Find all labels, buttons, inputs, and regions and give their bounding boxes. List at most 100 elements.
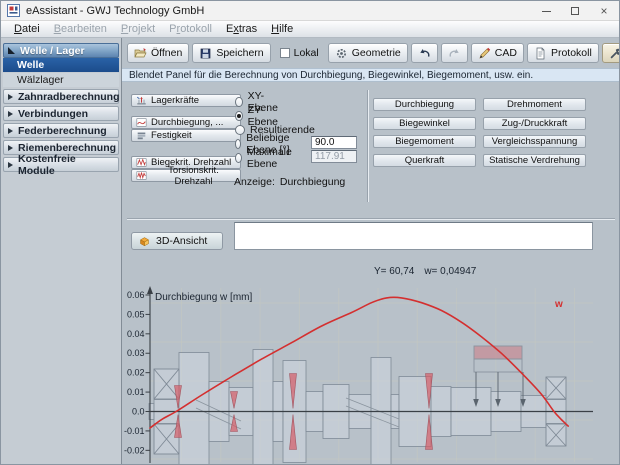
display-mode-label: Anzeige: [234, 176, 275, 188]
title-bar[interactable]: eAssistant - GWJ Technology GmbH × [1, 1, 619, 21]
svg-text:0.03: 0.03 [127, 348, 145, 358]
svg-text:0.0: 0.0 [132, 407, 145, 417]
window-controls: × [537, 1, 613, 21]
readout-w: w= 0,04947 [424, 266, 476, 277]
cursor-readout: Y= 60,74 w= 0,04947 [374, 266, 476, 277]
collapsed-arrow-icon [8, 145, 13, 151]
expanded-arrow-icon [8, 47, 15, 54]
bearing-forces-icon [136, 95, 147, 106]
collapsed-arrow-icon [8, 94, 13, 100]
radio-resultierende[interactable] [235, 125, 245, 135]
sidebar: Welle / LagerWelleWälzlager Zahnradberech… [1, 38, 122, 464]
vergleichsspannung-button[interactable]: Vergleichsspannung [483, 135, 586, 148]
option-row-maximale-ebene: Maximale Ebene [235, 151, 295, 164]
redo-button[interactable] [441, 43, 468, 63]
durchbiegung-button[interactable]: Durchbiegung [373, 98, 476, 111]
button-label: CAD [495, 47, 517, 59]
sidebar-item-welle[interactable]: Welle [3, 58, 119, 72]
deflection-curve-icon [136, 117, 147, 128]
svg-text:0.06: 0.06 [127, 290, 145, 300]
sidebar-group-zahnradberechnung[interactable]: Zahnradberechnung [3, 89, 119, 104]
lagerkrafte-button[interactable]: Lagerkräfte [131, 94, 241, 107]
main-area: Öffnen Speichern Lokal Geometrie CAD Protokol… [122, 38, 619, 464]
svg-text:0.04: 0.04 [127, 329, 145, 339]
cad-pencil-icon [478, 47, 491, 60]
menu-datei[interactable]: Datei [7, 21, 47, 37]
svg-text:0.05: 0.05 [127, 309, 145, 319]
drehmoment-button[interactable]: Drehmoment [483, 98, 586, 111]
series-label: w [554, 299, 563, 310]
button-label: Torsionskrit. Drehzahl [151, 165, 236, 187]
festigkeit-button[interactable]: Festigkeit [131, 129, 241, 142]
vertical-separator [367, 90, 369, 202]
geometrie-button[interactable]: Geometrie [328, 43, 408, 63]
view-3d-button[interactable]: 3D-Ansicht [131, 232, 223, 250]
button-label: Festigkeit [151, 130, 192, 141]
sidebar-group-welle-lager[interactable]: Welle / Lager [3, 43, 119, 58]
y-axis-label: Durchbiegung w [mm] [155, 292, 252, 303]
svg-text:0.02: 0.02 [127, 368, 145, 378]
checkbox-label: Lokal [294, 47, 319, 59]
lokal-checkbox[interactable]: Lokal [280, 47, 319, 59]
wrench-icon [609, 47, 620, 60]
group-label: Federberechnung [18, 125, 107, 137]
sidebar-group-federberechnung[interactable]: Federberechnung [3, 123, 119, 138]
menu-bar: DateiBearbeitenProjektProtokollExtrasHil… [1, 21, 619, 38]
collapsed-arrow-icon [8, 111, 13, 117]
menu-projekt[interactable]: Projekt [114, 21, 162, 37]
cad-button[interactable]: CAD [471, 43, 524, 63]
radio-xy-ebene[interactable] [235, 97, 243, 107]
button-label: Protokoll [551, 47, 592, 59]
display-mode-value: Durchbiegung [280, 176, 345, 188]
torsionskrit-drehzahl-button[interactable]: Torsionskrit. Drehzahl [131, 169, 241, 182]
radio-beliebige-ebene[interactable] [235, 139, 241, 149]
maximale-ebene-input[interactable] [311, 150, 357, 163]
menu-hilfe[interactable]: Hilfe [264, 21, 300, 37]
toolbar: Öffnen Speichern Lokal Geometrie CAD Protokol… [127, 42, 620, 64]
collapsed-arrow-icon [8, 162, 13, 168]
menu-protokoll[interactable]: Protokoll [162, 21, 219, 37]
svg-text:-0.02: -0.02 [124, 445, 145, 455]
biegemoment-button[interactable]: Biegemoment [373, 135, 476, 148]
group-label: Zahnradberechnung [18, 91, 120, 103]
beliebige-ebene-input[interactable] [311, 136, 357, 149]
menu-extras[interactable]: Extras [219, 21, 264, 37]
document-icon [534, 47, 547, 60]
button-label: Öffnen [151, 47, 182, 59]
maximize-button[interactable] [566, 3, 584, 19]
sidebar-group-kostenfreie-module[interactable]: Kostenfreie Module [3, 157, 119, 172]
undo-button[interactable] [411, 43, 438, 63]
deflection-chart[interactable]: 0.060.050.040.030.020.010.0-0.01-0.02Dur… [123, 284, 620, 465]
group-label: Welle / Lager [20, 45, 85, 57]
save-disk-icon [199, 47, 212, 60]
group-label: Kostenfreie Module [18, 153, 114, 177]
checkbox-box-icon [280, 48, 290, 58]
open-folder-icon [134, 47, 147, 60]
svg-text:0.01: 0.01 [127, 387, 145, 397]
sidebar-item-walzlager[interactable]: Wälzlager [3, 73, 119, 87]
durchbiegung-button[interactable]: Durchbiegung, ... [131, 116, 241, 129]
offnen-button[interactable]: Öffnen [127, 43, 189, 63]
biegewinkel-button[interactable]: Biegewinkel [373, 117, 476, 130]
sidebar-group-verbindungen[interactable]: Verbindungen [3, 106, 119, 121]
menu-bearbeiten[interactable]: Bearbeiten [47, 21, 114, 37]
einstellungen-button[interactable]: Einstellungen [602, 43, 620, 63]
radio-zy-ebene[interactable] [235, 111, 243, 121]
torsion-speed-icon [136, 170, 147, 181]
button-label: Speichern [216, 47, 263, 59]
radio-label: Maximale Ebene [247, 146, 295, 170]
zug-druckkraft-button[interactable]: Zug-/Druckkraft [483, 117, 586, 130]
querkraft-button[interactable]: Querkraft [373, 154, 476, 167]
gear-icon [335, 47, 348, 60]
window-title: eAssistant - GWJ Technology GmbH [26, 5, 204, 17]
statische-verdrehung-button[interactable]: Statische Verdrehung [483, 154, 586, 167]
button-label: Lagerkräfte [151, 95, 199, 106]
protokoll-button[interactable]: Protokoll [527, 43, 599, 63]
minimize-button[interactable] [537, 3, 555, 19]
info-bar: Blendet Panel für die Berechnung von Dur… [122, 68, 619, 82]
critical-speed-icon [136, 157, 147, 168]
group-label: Verbindungen [18, 108, 88, 120]
speichern-button[interactable]: Speichern [192, 43, 270, 63]
close-button[interactable]: × [595, 3, 613, 19]
radio-maximale-ebene[interactable] [235, 153, 242, 163]
